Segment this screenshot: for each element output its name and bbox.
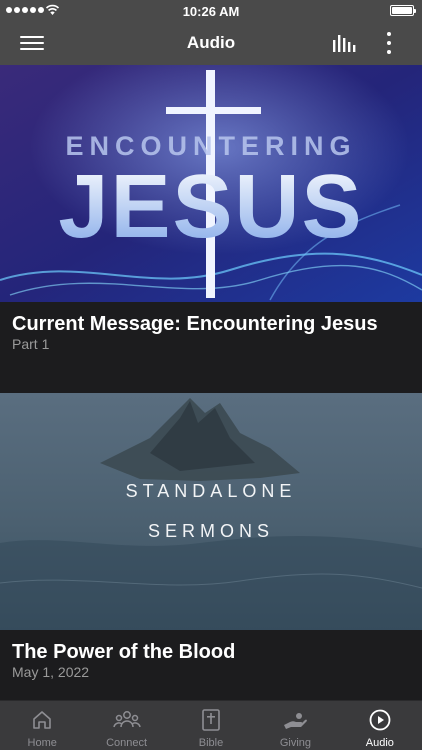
message-card-standalone[interactable]: STANDALONE SERMONS The Power of the Bloo…	[0, 393, 422, 700]
audio-levels-icon[interactable]	[330, 32, 358, 54]
tab-bible[interactable]: Bible	[169, 701, 253, 750]
home-icon	[33, 711, 52, 729]
more-options-button[interactable]	[380, 30, 398, 56]
tab-bar: Home Connect Bible Giving Audio	[0, 700, 422, 750]
navigation-bar: Audio	[0, 22, 422, 65]
tab-label: Audio	[365, 737, 394, 749]
tab-home[interactable]: Home	[0, 701, 84, 750]
page-title: Audio	[186, 33, 236, 52]
tab-connect[interactable]: Connect	[84, 701, 168, 750]
card-title: Current Message: Encountering Jesus	[12, 313, 378, 335]
card-subtitle: May 1, 2022	[12, 664, 90, 680]
status-time: 10:26 AM	[182, 4, 240, 19]
tab-audio[interactable]: Audio	[338, 701, 422, 750]
tab-label: Bible	[198, 737, 224, 749]
artwork-title-main: JESUS	[58, 157, 363, 257]
battery-icon	[390, 5, 416, 16]
status-bar: 10:26 AM	[0, 0, 422, 22]
people-icon	[112, 711, 141, 728]
card-subtitle: Part 1	[12, 336, 50, 352]
giving-hand-icon	[284, 713, 308, 729]
bible-icon	[202, 709, 220, 731]
encountering-jesus-artwork[interactable]: ENCOUNTERING JESUS	[0, 65, 422, 302]
tab-label: Home	[27, 737, 57, 749]
play-circle-icon	[369, 709, 391, 731]
artwork-title-main: SERMONS	[148, 521, 274, 541]
tab-label: Connect	[106, 737, 148, 749]
message-card-current[interactable]: ENCOUNTERING JESUS Current Message: Enco…	[0, 65, 422, 393]
artwork-title-top: STANDALONE	[126, 481, 297, 501]
tab-giving[interactable]: Giving	[253, 701, 337, 750]
card-title: The Power of the Blood	[12, 641, 236, 663]
tab-label: Giving	[279, 737, 312, 749]
standalone-sermons-artwork[interactable]: STANDALONE SERMONS	[0, 393, 422, 630]
